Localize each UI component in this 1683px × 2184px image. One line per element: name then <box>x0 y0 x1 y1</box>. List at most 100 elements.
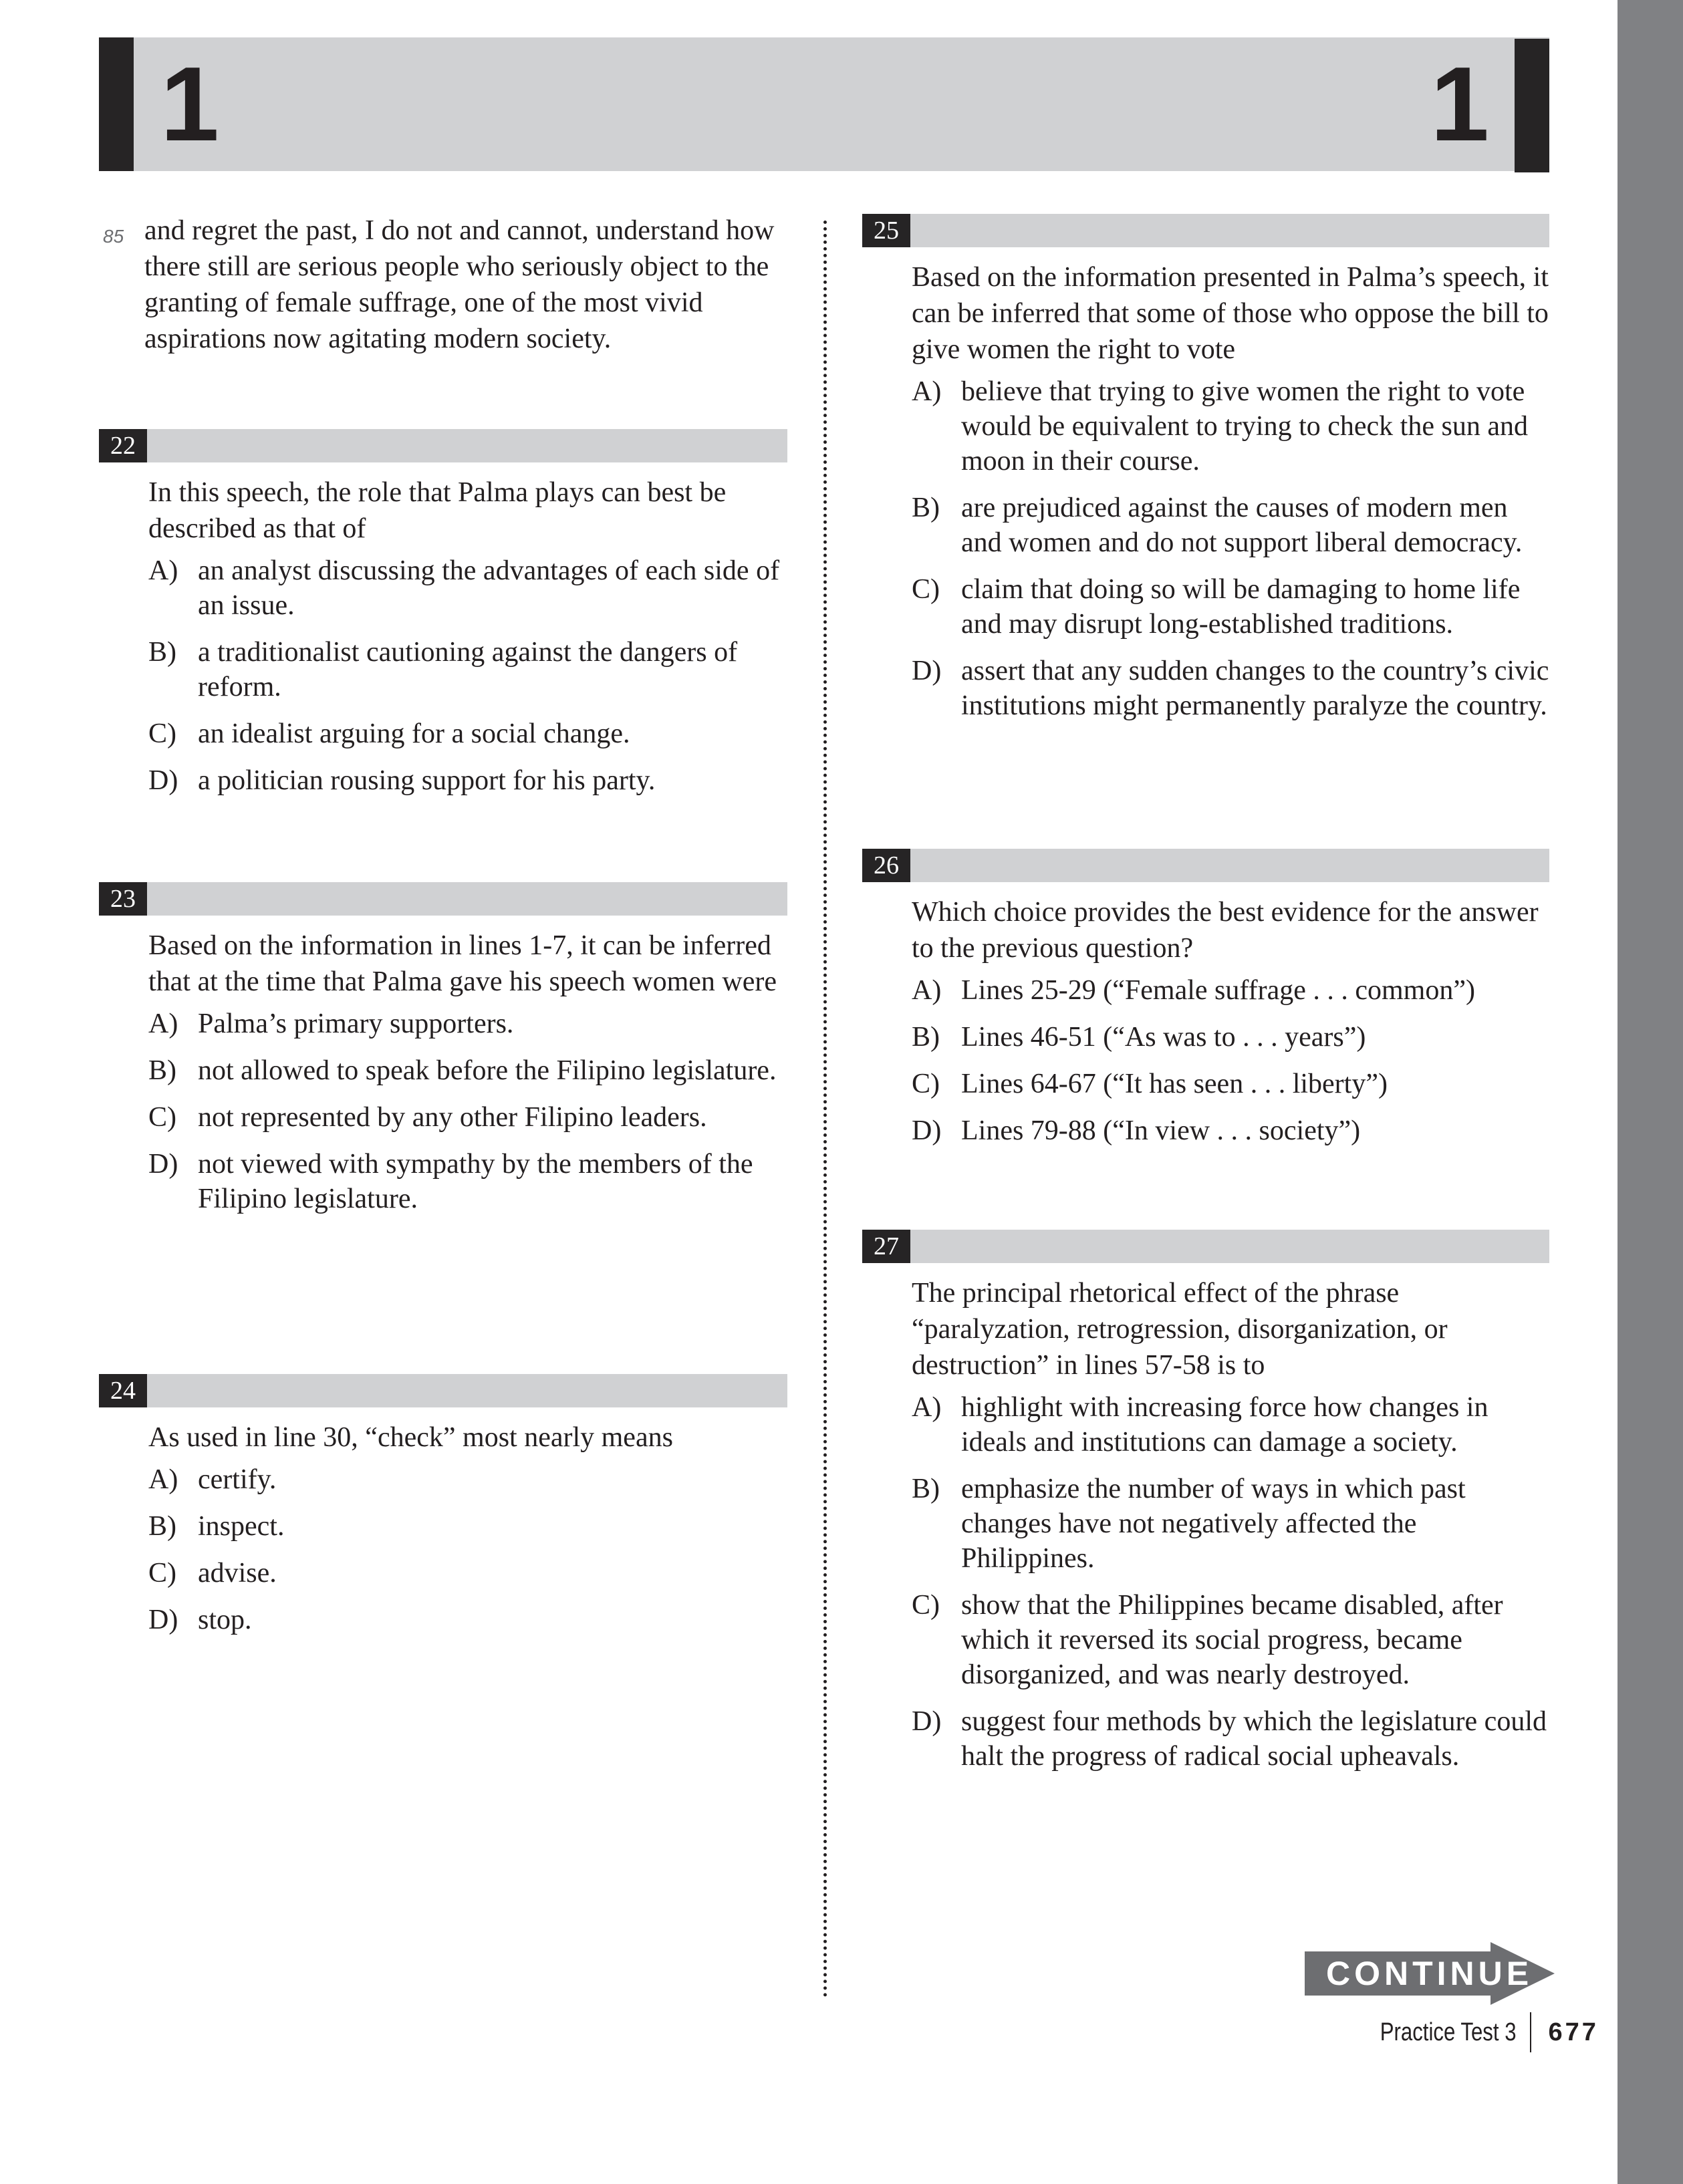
choice-text: not viewed with sympathy by the members … <box>198 1149 753 1214</box>
choice-a[interactable]: A) believe that trying to give women the … <box>912 374 1549 479</box>
choice-b[interactable]: B) inspect. <box>148 1509 787 1544</box>
page-number: 677 <box>1548 2018 1599 2046</box>
column-divider <box>823 221 827 1998</box>
page-footer: Practice Test 3 677 <box>1350 2012 1599 2053</box>
question-number: 26 <box>862 849 910 882</box>
choice-text: a traditionalist cautioning against the … <box>198 637 738 702</box>
passage-line-number: 85 <box>103 226 124 247</box>
choice-letter: A) <box>148 1464 178 1495</box>
choice-letter: B) <box>148 1055 176 1086</box>
choice-c[interactable]: C) not represented by any other Filipino … <box>148 1100 787 1135</box>
question-24: 24 As used in line 30, “check” most near… <box>99 1374 787 1649</box>
section-header-bar: 1 1 <box>99 37 1549 172</box>
choice-text: are prejudiced against the causes of mod… <box>961 493 1523 558</box>
choice-text: show that the Philippines became disable… <box>961 1590 1503 1690</box>
question-number: 22 <box>99 429 147 462</box>
question-number: 25 <box>862 214 910 247</box>
choice-text: an idealist arguing for a social change. <box>198 718 630 749</box>
answer-choices: A) highlight with increasing force how ch… <box>912 1390 1549 1774</box>
choice-text: assert that any sudden changes to the co… <box>961 656 1549 721</box>
choice-text: an analyst discussing the advantages of … <box>198 555 780 621</box>
choice-a[interactable]: A) highlight with increasing force how ch… <box>912 1390 1549 1460</box>
continue-button[interactable]: CONTINUE <box>1305 1942 1559 2005</box>
passage-excerpt: 85 and regret the past, I do not and can… <box>99 213 794 357</box>
question-stem: As used in line 30, “check” most nearly … <box>148 1422 673 1453</box>
section-number-left: 1 <box>160 45 219 163</box>
question-23: 23 Based on the information in lines 1-7… <box>99 882 787 1228</box>
question-26: 26 Which choice provides the best eviden… <box>862 849 1549 1160</box>
side-tab <box>1617 0 1683 2184</box>
choice-a[interactable]: A) Palma’s primary supporters. <box>148 1006 787 1041</box>
choice-letter: B) <box>148 637 176 668</box>
choice-a[interactable]: A) Lines 25-29 (“Female suffrage . . . co… <box>912 973 1549 1008</box>
choice-letter: C) <box>148 718 176 749</box>
choice-c[interactable]: C) claim that doing so will be damaging t… <box>912 572 1549 642</box>
choice-d[interactable]: D) assert that any sudden changes to the … <box>912 654 1549 723</box>
answer-choices: A) Palma’s primary supporters. B) not allo… <box>148 1006 787 1216</box>
choice-c[interactable]: C) an idealist arguing for a social chang… <box>148 716 787 751</box>
answer-choices: A) Lines 25-29 (“Female suffrage . . . co… <box>912 973 1549 1148</box>
question-stem: Based on the information presented in Pa… <box>912 262 1549 365</box>
choice-text: advise. <box>198 1558 277 1589</box>
choice-text: stop. <box>198 1605 252 1635</box>
choice-letter: A) <box>912 975 942 1006</box>
passage-text: and regret the past, I do not and cannot… <box>144 215 775 354</box>
choice-letter: B) <box>148 1511 176 1542</box>
choice-text: a politician rousing support for his par… <box>198 765 656 796</box>
question-number: 27 <box>862 1230 910 1263</box>
choice-b[interactable]: B) a traditionalist cautioning against th… <box>148 635 787 704</box>
choice-text: Lines 25-29 (“Female suffrage . . . comm… <box>961 975 1475 1006</box>
choice-b[interactable]: B) not allowed to speak before the Filipi… <box>148 1053 787 1088</box>
choice-b[interactable]: B) emphasize the number of ways in which … <box>912 1472 1549 1576</box>
choice-text: Lines 46-51 (“As was to . . . years”) <box>961 1022 1366 1053</box>
question-header: 26 <box>862 849 1549 882</box>
choice-letter: B) <box>912 1474 940 1504</box>
choice-c[interactable]: C) show that the Philippines became disab… <box>912 1588 1549 1692</box>
question-header: 24 <box>99 1374 787 1407</box>
choice-letter: B) <box>912 1022 940 1053</box>
choice-letter: D) <box>912 1115 942 1146</box>
choice-text: believe that trying to give women the ri… <box>961 376 1528 476</box>
choice-c[interactable]: C) advise. <box>148 1556 787 1591</box>
question-header: 22 <box>99 429 787 462</box>
question-header: 25 <box>862 214 1549 247</box>
question-header: 23 <box>99 882 787 916</box>
question-22: 22 In this speech, the role that Palma p… <box>99 429 787 810</box>
question-25: 25 Based on the information presented in… <box>862 214 1549 735</box>
section-bar-left-edge <box>99 37 134 171</box>
choice-a[interactable]: A) certify. <box>148 1462 787 1497</box>
choice-text: claim that doing so will be damaging to … <box>961 574 1521 640</box>
choice-text: Lines 79-88 (“In view . . . society”) <box>961 1115 1361 1146</box>
question-stem: Which choice provides the best evidence … <box>912 897 1539 964</box>
choice-d[interactable]: D) stop. <box>148 1603 787 1637</box>
choice-text: emphasize the number of ways in which pa… <box>961 1474 1466 1574</box>
choice-d[interactable]: D) not viewed with sympathy by the member… <box>148 1147 787 1216</box>
choice-d[interactable]: D) a politician rousing support for his p… <box>148 763 787 798</box>
choice-letter: C) <box>148 1558 176 1589</box>
choice-b[interactable]: B) Lines 46-51 (“As was to . . . years”) <box>912 1020 1549 1055</box>
choice-letter: D) <box>148 1149 178 1180</box>
question-stem: Based on the information in lines 1-7, i… <box>148 930 777 997</box>
choice-letter: C) <box>912 574 940 605</box>
choice-text: not allowed to speak before the Filipino… <box>198 1055 777 1086</box>
choice-d[interactable]: D) Lines 79-88 (“In view . . . society”) <box>912 1113 1549 1148</box>
choice-letter: A) <box>148 555 178 586</box>
section-bar-right-edge <box>1515 39 1549 172</box>
choice-letter: D) <box>912 1706 942 1737</box>
choice-text: highlight with increasing force how chan… <box>961 1392 1488 1458</box>
choice-letter: D) <box>148 1605 178 1635</box>
choice-letter: C) <box>912 1590 940 1621</box>
choice-c[interactable]: C) Lines 64-67 (“It has seen . . . libert… <box>912 1067 1549 1101</box>
choice-text: certify. <box>198 1464 277 1495</box>
choice-d[interactable]: D) suggest four methods by which the legi… <box>912 1704 1549 1774</box>
question-number: 24 <box>99 1374 147 1407</box>
answer-choices: A) an analyst discussing the advantages o… <box>148 553 787 798</box>
choice-b[interactable]: B) are prejudiced against the causes of m… <box>912 491 1549 560</box>
continue-label: CONTINUE <box>1326 1955 1533 1992</box>
question-stem: The principal rhetorical effect of the p… <box>912 1278 1448 1381</box>
question-stem: In this speech, the role that Palma play… <box>148 477 727 544</box>
choice-letter: D) <box>912 656 942 686</box>
choice-a[interactable]: A) an analyst discussing the advantages o… <box>148 553 787 623</box>
footer-separator <box>1529 2012 1531 2052</box>
choice-letter: D) <box>148 765 178 796</box>
